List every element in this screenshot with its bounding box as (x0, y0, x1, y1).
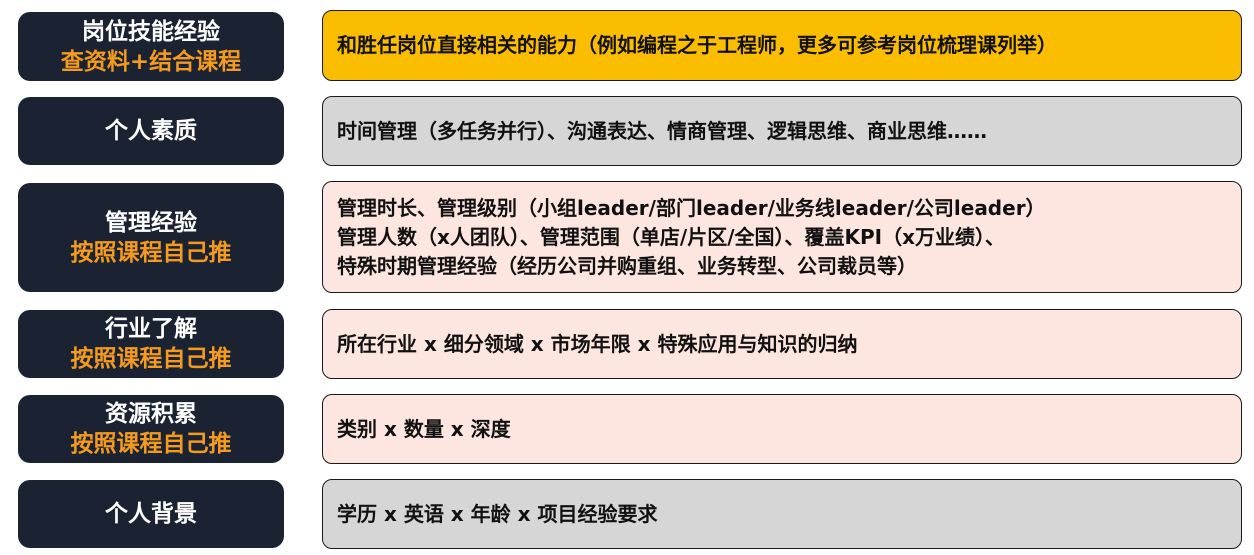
label-subtitle: 按照课程自己推 (70, 431, 232, 457)
content-resource-accumulation: 类别 x 数量 x 深度 (322, 394, 1242, 464)
label-title: 个人素质 (105, 118, 197, 144)
content-management-experience: 管理时长、管理级别（小组leader/部门leader/业务线leader/公司… (322, 181, 1242, 293)
label-management-experience: 管理经验 按照课程自己推 (18, 183, 284, 292)
content-personal-qualities: 时间管理（多任务并行）、沟通表达、情商管理、逻辑思维、商业思维…… (322, 96, 1242, 166)
label-subtitle: 按照课程自己推 (70, 346, 232, 372)
label-subtitle: 查资料+结合课程 (60, 48, 242, 75)
label-title: 个人背景 (105, 501, 197, 527)
content-personal-background: 学历 x 英语 x 年龄 x 项目经验要求 (322, 479, 1242, 549)
label-title: 资源积累 (105, 401, 197, 427)
label-title: 岗位技能经验 (82, 18, 220, 45)
content-line: 时间管理（多任务并行）、沟通表达、情商管理、逻辑思维、商业思维…… (337, 118, 987, 143)
label-title: 行业了解 (105, 316, 197, 342)
content-line: 特殊时期管理经验（经历公司并购重组、业务转型、公司裁员等） (337, 253, 917, 278)
label-personal-background: 个人背景 (18, 480, 284, 548)
label-personal-qualities: 个人素质 (18, 97, 284, 165)
content-line: 所在行业 x 细分领域 x 市场年限 x 特殊应用与知识的归纳 (337, 331, 858, 356)
content-line: 管理人数（x人团队）、管理范围（单店/片区/全国）、覆盖KPI（x万业绩）、 (337, 224, 1006, 249)
content-job-skills: 和胜任岗位直接相关的能力（例如编程之于工程师，更多可参考岗位梳理课列举） (322, 10, 1242, 81)
label-industry-knowledge: 行业了解 按照课程自己推 (18, 310, 284, 378)
label-subtitle: 按照课程自己推 (70, 239, 232, 266)
content-line: 管理时长、管理级别（小组leader/部门leader/业务线leader/公司… (337, 195, 1046, 220)
content-industry-knowledge: 所在行业 x 细分领域 x 市场年限 x 特殊应用与知识的归纳 (322, 309, 1242, 379)
label-title: 管理经验 (105, 209, 197, 236)
label-job-skills: 岗位技能经验 查资料+结合课程 (18, 12, 284, 81)
content-line: 学历 x 英语 x 年龄 x 项目经验要求 (337, 501, 658, 526)
content-line: 和胜任岗位直接相关的能力（例如编程之于工程师，更多可参考岗位梳理课列举） (337, 33, 1057, 57)
content-line: 类别 x 数量 x 深度 (337, 416, 511, 441)
label-resource-accumulation: 资源积累 按照课程自己推 (18, 395, 284, 463)
